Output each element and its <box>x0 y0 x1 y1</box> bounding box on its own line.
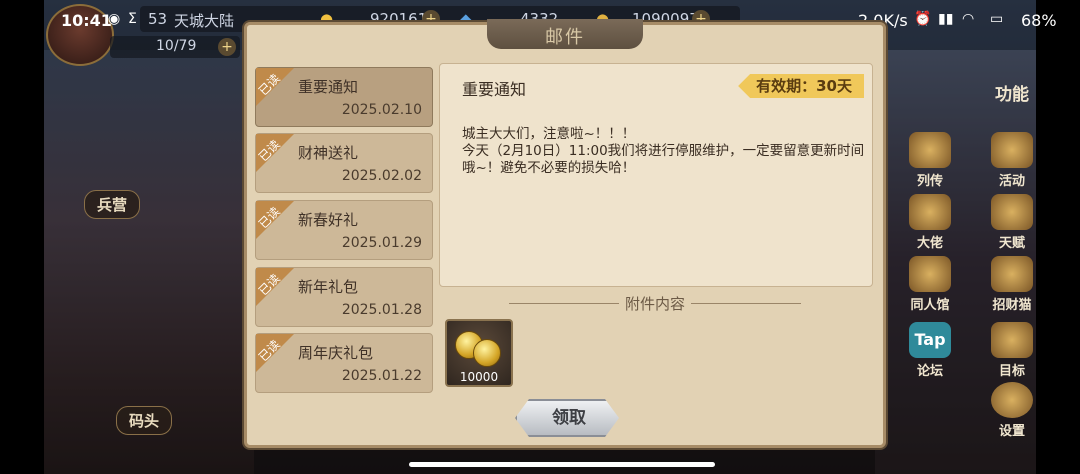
mail-date: 2025.01.28 <box>341 302 422 318</box>
mail-title: 财神送礼 <box>298 144 359 162</box>
gold-coin-secondary <box>473 339 501 367</box>
barracks-button[interactable]: 兵营 <box>84 190 141 219</box>
battery-icon: ▭ <box>990 11 1004 27</box>
screen-edge-left <box>0 0 44 474</box>
attachment-count: 10000 <box>459 370 499 384</box>
sigma-icon: Σ <box>128 11 137 27</box>
signal-icon: ▮▮ <box>938 11 954 27</box>
alarm-icon: ⏰ <box>914 11 932 27</box>
mail-title: 重要通知 <box>298 78 359 96</box>
target-scroll-icon[interactable]: 目标 <box>986 322 1038 379</box>
lucky-cat-icon[interactable]: 招财猫 <box>986 256 1038 313</box>
rank-emblem-icon[interactable]: 天赋 <box>986 194 1038 251</box>
tap-forum-icon[interactable]: Tap 论坛 <box>904 322 956 379</box>
validity-badge: 有效期：30天 <box>738 74 864 98</box>
clock: 10:41 <box>61 11 112 30</box>
screen-edge-right <box>1036 0 1080 474</box>
wifi-icon: ◠ <box>962 11 975 27</box>
attachment-header: 附件内容 <box>439 293 871 314</box>
character-icon[interactable]: 大佬 <box>904 194 956 251</box>
book-icon[interactable]: 列传 <box>904 132 956 189</box>
castle-icon[interactable]: 同人馆 <box>904 256 956 313</box>
mail-title: 新年礼包 <box>298 278 359 296</box>
dialog-title: 邮件 <box>545 27 585 48</box>
mail-title: 周年庆礼包 <box>298 344 374 362</box>
star-emblem-icon[interactable]: 活动 <box>986 132 1038 189</box>
mail-detail-title: 重要通知 <box>462 80 527 99</box>
mail-body: 城主大大们，注意啦~！！！ 今天（2月10日）11:00我们将进行停服维护，一定… <box>462 126 865 176</box>
mail-date: 2025.01.22 <box>341 368 422 384</box>
mail-item[interactable]: 已读 周年庆礼包 2025.01.22 <box>255 333 433 393</box>
mail-item[interactable]: 已读 财神送礼 2025.02.02 <box>255 133 433 193</box>
attachment-item[interactable]: 10000 <box>445 319 513 387</box>
mail-item[interactable]: 已读 新年礼包 2025.01.28 <box>255 267 433 327</box>
mail-date: 2025.02.02 <box>341 168 422 184</box>
dock-button[interactable]: 码头 <box>116 406 173 435</box>
mail-date: 2025.01.29 <box>341 235 422 251</box>
gear-icon[interactable]: 设置 <box>986 382 1038 439</box>
mail-list: 已读 重要通知 2025.02.10 已读 财神送礼 2025.02.02 已读… <box>255 63 433 403</box>
app-notification-icon: ◉ <box>108 11 121 27</box>
features-label[interactable]: 功能 <box>986 80 1038 105</box>
claim-button[interactable]: 领取 <box>515 399 619 437</box>
mail-item[interactable]: 已读 新春好礼 2025.01.29 <box>255 200 433 260</box>
mail-dialog: 邮件 已读 重要通知 2025.02.10 已读 财神送礼 2025.02.02… <box>244 19 886 448</box>
battery-level: 68% <box>1021 11 1057 30</box>
mail-item[interactable]: 已读 重要通知 2025.02.10 <box>255 67 433 127</box>
home-indicator[interactable] <box>409 462 715 467</box>
mail-title: 新春好礼 <box>298 211 359 229</box>
mail-date: 2025.02.10 <box>341 102 422 118</box>
mail-content-panel: 重要通知 有效期：30天 城主大大们，注意啦~！！！ 今天（2月10日）11:0… <box>439 63 873 287</box>
